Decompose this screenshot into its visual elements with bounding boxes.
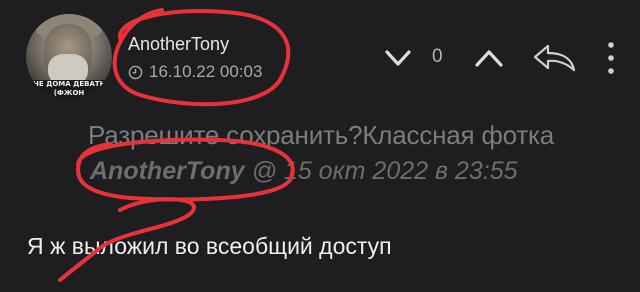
comment-author[interactable]: AnotherTony bbox=[128, 34, 229, 55]
avatar[interactable]: НЕ ДОМА ДЕВАТЬ (ФЖОН bbox=[26, 14, 112, 100]
annotation-circle-username bbox=[112, 8, 291, 107]
chevron-up-icon[interactable] bbox=[474, 46, 504, 70]
timestamp-text: 16.10.22 00:03 bbox=[149, 62, 263, 81]
vote-count: 0 bbox=[432, 46, 443, 67]
reply-icon[interactable] bbox=[532, 42, 578, 74]
clock-icon bbox=[128, 65, 143, 79]
avatar-sign-text: НЕ ДОМА ДЕВАТЬ (ФЖОН bbox=[26, 80, 112, 100]
comment-timestamp[interactable]: 16.10.22 00:03 bbox=[128, 62, 262, 82]
quoted-text: Разрешите сохранить?Классная фотка bbox=[88, 120, 555, 150]
chevron-down-icon[interactable] bbox=[384, 46, 412, 70]
more-vertical-icon[interactable] bbox=[606, 40, 616, 76]
quote-meta: AnotherTony @ 15 окт 2022 в 23:55 bbox=[90, 157, 518, 186]
comment-body: Я ж выложил во всеобщий доступ bbox=[27, 233, 392, 259]
quote-author[interactable]: AnotherTony bbox=[90, 157, 245, 185]
quote-at-sign: @ bbox=[251, 157, 277, 185]
quote-date: 15 окт 2022 в 23:55 bbox=[283, 157, 518, 185]
